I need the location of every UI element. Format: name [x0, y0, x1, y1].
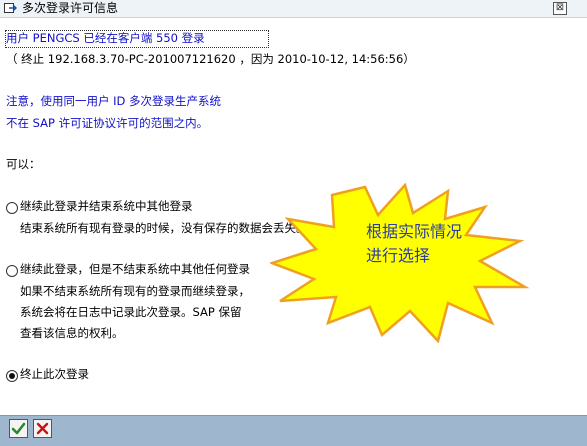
- annotation-text-line-1: 根据实际情况: [366, 222, 463, 241]
- radio-selected-dot: [9, 373, 15, 379]
- checkmark-icon: [11, 422, 26, 435]
- message-line-user: 用户 PENGCS 已经在客户端 550 登录: [6, 31, 205, 45]
- window-titlebar: 多次登录许可信息 ⊠: [0, 0, 587, 18]
- option-1-description: 结束系统所有现有登录的时候，没有保存的数据会丢失。: [20, 221, 308, 235]
- option-2-description-2: 系统会将在日志中记录此次登录。SAP 保留: [20, 305, 242, 319]
- option-2-description-3: 查看该信息的权利。: [20, 326, 124, 340]
- radio-option-continue-end-others[interactable]: [6, 202, 18, 214]
- option-1-label[interactable]: 继续此登录并结束系统中其他登录: [20, 199, 193, 214]
- note-line-2: 不在 SAP 许可证协议许可的范围之内。: [6, 116, 209, 130]
- close-button[interactable]: ⊠: [553, 2, 567, 15]
- window-title: 多次登录许可信息: [22, 1, 119, 15]
- dialog-content: 用户 PENGCS 已经在客户端 550 登录 （ 终止 192.168.3.7…: [0, 18, 587, 415]
- close-icon: ⊠: [555, 2, 565, 13]
- message-line-terminal: （ 终止 192.168.3.70-PC-201007121620 ，因为 20…: [6, 52, 415, 66]
- annotation-callout: 根据实际情况 进行选择: [268, 182, 530, 344]
- window-icon: [4, 3, 17, 13]
- radio-option-continue-keep-others[interactable]: [6, 265, 18, 277]
- option-2-description-1: 如果不结束系统所有现有的登录而继续登录，: [20, 284, 250, 298]
- annotation-text-line-2: 进行选择: [366, 246, 431, 265]
- note-line-1: 注意，使用同一用户 ID 多次登录生产系统: [6, 94, 222, 108]
- confirm-button[interactable]: [9, 419, 28, 438]
- cancel-x-icon: [36, 422, 49, 435]
- cancel-button[interactable]: [33, 419, 52, 438]
- option-2-label[interactable]: 继续此登录，但是不结束系统中其他任何登录: [20, 262, 250, 277]
- dialog-toolbar: [0, 415, 587, 446]
- options-intro: 可以：: [6, 157, 41, 171]
- radio-option-terminate[interactable]: [6, 370, 18, 382]
- option-3-label[interactable]: 终止此次登录: [20, 367, 89, 382]
